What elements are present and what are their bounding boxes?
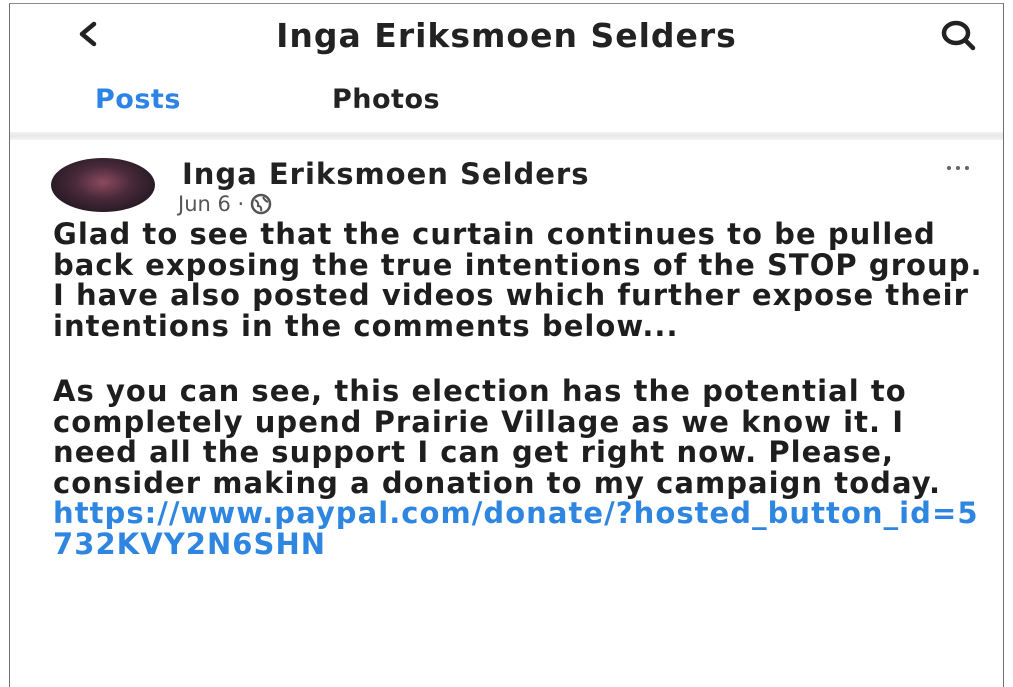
donation-link[interactable]: https://www.paypal.com/donate/?hosted_bu…: [53, 498, 998, 559]
post-date[interactable]: Jun 6 ·: [178, 192, 244, 216]
tab-photos[interactable]: Photos: [332, 84, 440, 115]
post-paragraph: Glad to see that the curtain continues t…: [53, 217, 983, 343]
profile-tabs: Posts Photos: [10, 78, 1003, 126]
tab-posts[interactable]: Posts: [95, 84, 181, 115]
profile-screen: Inga Eriksmoen Selders Posts Photos Inga…: [9, 3, 1004, 687]
section-divider: [10, 132, 1003, 140]
post-meta: Jun 6 ·: [178, 192, 272, 216]
more-horizontal-icon[interactable]: [943, 162, 973, 174]
globe-icon: [250, 193, 272, 215]
top-bar: Inga Eriksmoen Selders: [10, 4, 1003, 66]
post-body: Glad to see that the curtain continues t…: [53, 219, 998, 559]
avatar[interactable]: [51, 158, 155, 212]
page-title: Inga Eriksmoen Selders: [276, 16, 737, 55]
search-icon[interactable]: [939, 18, 977, 52]
post-paragraph: As you can see, this election has the po…: [53, 374, 942, 500]
post-author[interactable]: Inga Eriksmoen Selders: [182, 157, 590, 191]
